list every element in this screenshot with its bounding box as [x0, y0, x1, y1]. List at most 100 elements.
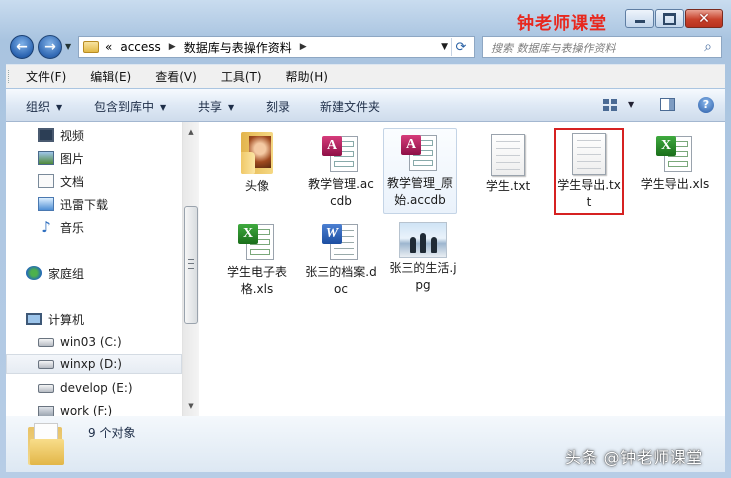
sidebar-item-label: win03 (C:) — [60, 335, 122, 349]
scrollbar-thumb[interactable] — [184, 206, 198, 324]
forward-button[interactable]: → — [38, 35, 62, 59]
breadcrumb-access[interactable]: access — [120, 40, 160, 54]
address-bar[interactable]: « access ▶ 数据库与表操作资料 ▶ ▼ ⟳ — [78, 36, 475, 58]
file-name: 学生导出.txt — [557, 178, 621, 209]
change-view-icon[interactable] — [603, 99, 617, 111]
file-name: 教学管理.accdb — [308, 177, 374, 208]
sidebar-item-label: winxp (D:) — [60, 357, 122, 371]
help-icon[interactable]: ? — [698, 97, 714, 113]
sidebar-item-music[interactable]: ♪ 音乐 — [6, 217, 182, 237]
breadcrumb-separator-icon[interactable]: ▶ — [300, 42, 307, 52]
folder-icon — [28, 423, 66, 465]
file-item-jpg[interactable]: 张三的生活.jpg — [387, 218, 459, 294]
main-area: 视频 图片 文档 迅雷下载 ♪ 音乐 家庭组 计算机 win03 (C:) win… — [6, 122, 725, 418]
breadcrumb-overflow[interactable]: « — [105, 40, 112, 54]
sidebar-item-pictures[interactable]: 图片 — [6, 148, 182, 168]
sidebar-item-label: 迅雷下载 — [60, 197, 109, 212]
title-bar[interactable]: 钟老师课堂 ✕ — [0, 0, 731, 34]
close-button[interactable]: ✕ — [685, 9, 723, 28]
sidebar-item-drive-c[interactable]: win03 (C:) — [6, 332, 182, 352]
organize-button[interactable]: 组织 ▼ — [26, 98, 62, 115]
file-name: 张三的档案.doc — [305, 265, 377, 296]
search-icon[interactable]: ⌕ — [700, 39, 716, 55]
network-drive-icon — [38, 405, 54, 417]
share-button[interactable]: 共享 ▼ — [198, 98, 234, 115]
sidebar-item-video[interactable]: 视频 — [6, 125, 182, 145]
menu-help[interactable]: 帮助(H) — [286, 68, 328, 85]
file-item-accdb-original[interactable]: A 教学管理_原始.accdb — [383, 128, 457, 214]
computer-icon — [26, 313, 42, 325]
navigation-scrollbar[interactable]: ▲ ▼ — [182, 122, 199, 416]
sidebar-item-homegroup[interactable]: 家庭组 — [6, 263, 182, 283]
menu-tools[interactable]: 工具(T) — [221, 68, 262, 85]
breadcrumb-separator-icon[interactable]: ▶ — [169, 42, 176, 52]
item-count: 9 个对象 — [88, 426, 136, 440]
refresh-icon[interactable]: ⟳ — [451, 38, 470, 56]
search-input[interactable] — [489, 38, 698, 58]
burn-button[interactable]: 刻录 — [266, 98, 290, 115]
menu-edit[interactable]: 编辑(E) — [90, 68, 131, 85]
sidebar-item-computer[interactable]: 计算机 — [6, 309, 182, 329]
file-item-doc[interactable]: W 张三的档案.doc — [305, 218, 377, 298]
image-icon — [399, 222, 447, 258]
preview-pane-icon[interactable] — [660, 98, 675, 111]
menu-file[interactable]: 文件(F) — [26, 68, 66, 85]
sidebar-item-drive-e[interactable]: develop (E:) — [6, 378, 182, 398]
file-item-txt[interactable]: 学生.txt — [472, 130, 544, 195]
include-in-library-button[interactable]: 包含到库中 ▼ — [94, 98, 166, 115]
explorer-window: 钟老师课堂 ✕ ← → ▼ « access ▶ 数据库与表操作资料 ▶ ▼ ⟳… — [0, 0, 731, 478]
folder-icon — [239, 130, 275, 176]
music-icon: ♪ — [41, 218, 51, 236]
file-list: 头像 A 教学管理.accdb A 教学管理_原始.accdb 学生.txt 学… — [199, 122, 725, 416]
maximize-button[interactable] — [655, 9, 684, 28]
new-folder-button[interactable]: 新建文件夹 — [320, 98, 380, 115]
folder-icon — [83, 41, 99, 53]
arrow-right-icon: → — [44, 39, 56, 55]
documents-icon — [38, 174, 54, 188]
sidebar-item-label: 视频 — [60, 128, 85, 143]
chevron-down-icon: ▼ — [56, 103, 63, 112]
excel-icon: X — [236, 220, 278, 262]
sidebar-item-downloads[interactable]: 迅雷下载 — [6, 194, 182, 214]
address-dropdown-icon[interactable]: ▼ — [441, 42, 448, 52]
file-item-xls-export[interactable]: X 学生导出.xls — [639, 130, 711, 193]
share-label: 共享 — [198, 100, 223, 114]
file-item-accdb[interactable]: A 教学管理.accdb — [305, 130, 377, 210]
access-icon: A — [320, 132, 362, 174]
file-name: 学生电子表格.xls — [226, 265, 287, 296]
back-button[interactable]: ← — [10, 35, 34, 59]
command-bar: 组织 ▼ 包含到库中 ▼ 共享 ▼ 刻录 新建文件夹 ▼ ? — [6, 89, 725, 122]
pictures-icon — [38, 151, 54, 165]
include-in-library-label: 包含到库中 — [94, 100, 155, 114]
arrow-left-icon: ← — [16, 39, 28, 55]
view-options-dropdown-icon[interactable]: ▼ — [628, 100, 634, 109]
recent-pages-dropdown[interactable]: ▼ — [65, 42, 71, 51]
word-icon: W — [320, 220, 362, 262]
close-icon: ✕ — [698, 10, 710, 27]
drive-icon — [38, 359, 54, 369]
file-name: 张三的生活.jpg — [389, 261, 457, 292]
excel-icon: X — [654, 132, 696, 174]
breadcrumb-current[interactable]: 数据库与表操作资料 — [184, 39, 292, 56]
chevron-down-icon: ▼ — [228, 103, 235, 112]
navigation-bar: ← → ▼ « access ▶ 数据库与表操作资料 ▶ ▼ ⟳ ⌕ — [0, 33, 731, 61]
file-item-xls[interactable]: X 学生电子表格.xls — [221, 218, 293, 298]
watermark: 头条 @钟老师课堂 — [565, 448, 703, 467]
scroll-up-icon[interactable]: ▲ — [185, 125, 197, 139]
sidebar-item-label: 家庭组 — [48, 266, 85, 281]
chevron-down-icon: ▼ — [65, 42, 72, 51]
menu-view[interactable]: 查看(V) — [155, 68, 197, 85]
minimize-button[interactable] — [625, 9, 654, 28]
menu-grip — [8, 70, 12, 83]
file-name: 学生.txt — [485, 179, 531, 193]
file-item-folder[interactable]: 头像 — [221, 130, 293, 195]
scroll-down-icon[interactable]: ▼ — [185, 399, 197, 413]
minimize-icon — [634, 20, 645, 23]
file-item-txt-export[interactable]: 学生导出.txt — [554, 128, 624, 215]
sidebar-item-drive-d[interactable]: winxp (D:) — [6, 354, 182, 374]
sidebar-item-label: develop (E:) — [60, 381, 133, 395]
menu-bar: 文件(F) 编辑(E) 查看(V) 工具(T) 帮助(H) — [6, 64, 725, 88]
organize-label: 组织 — [26, 100, 51, 114]
sidebar-item-documents[interactable]: 文档 — [6, 171, 182, 191]
search-box[interactable]: ⌕ — [482, 36, 722, 58]
